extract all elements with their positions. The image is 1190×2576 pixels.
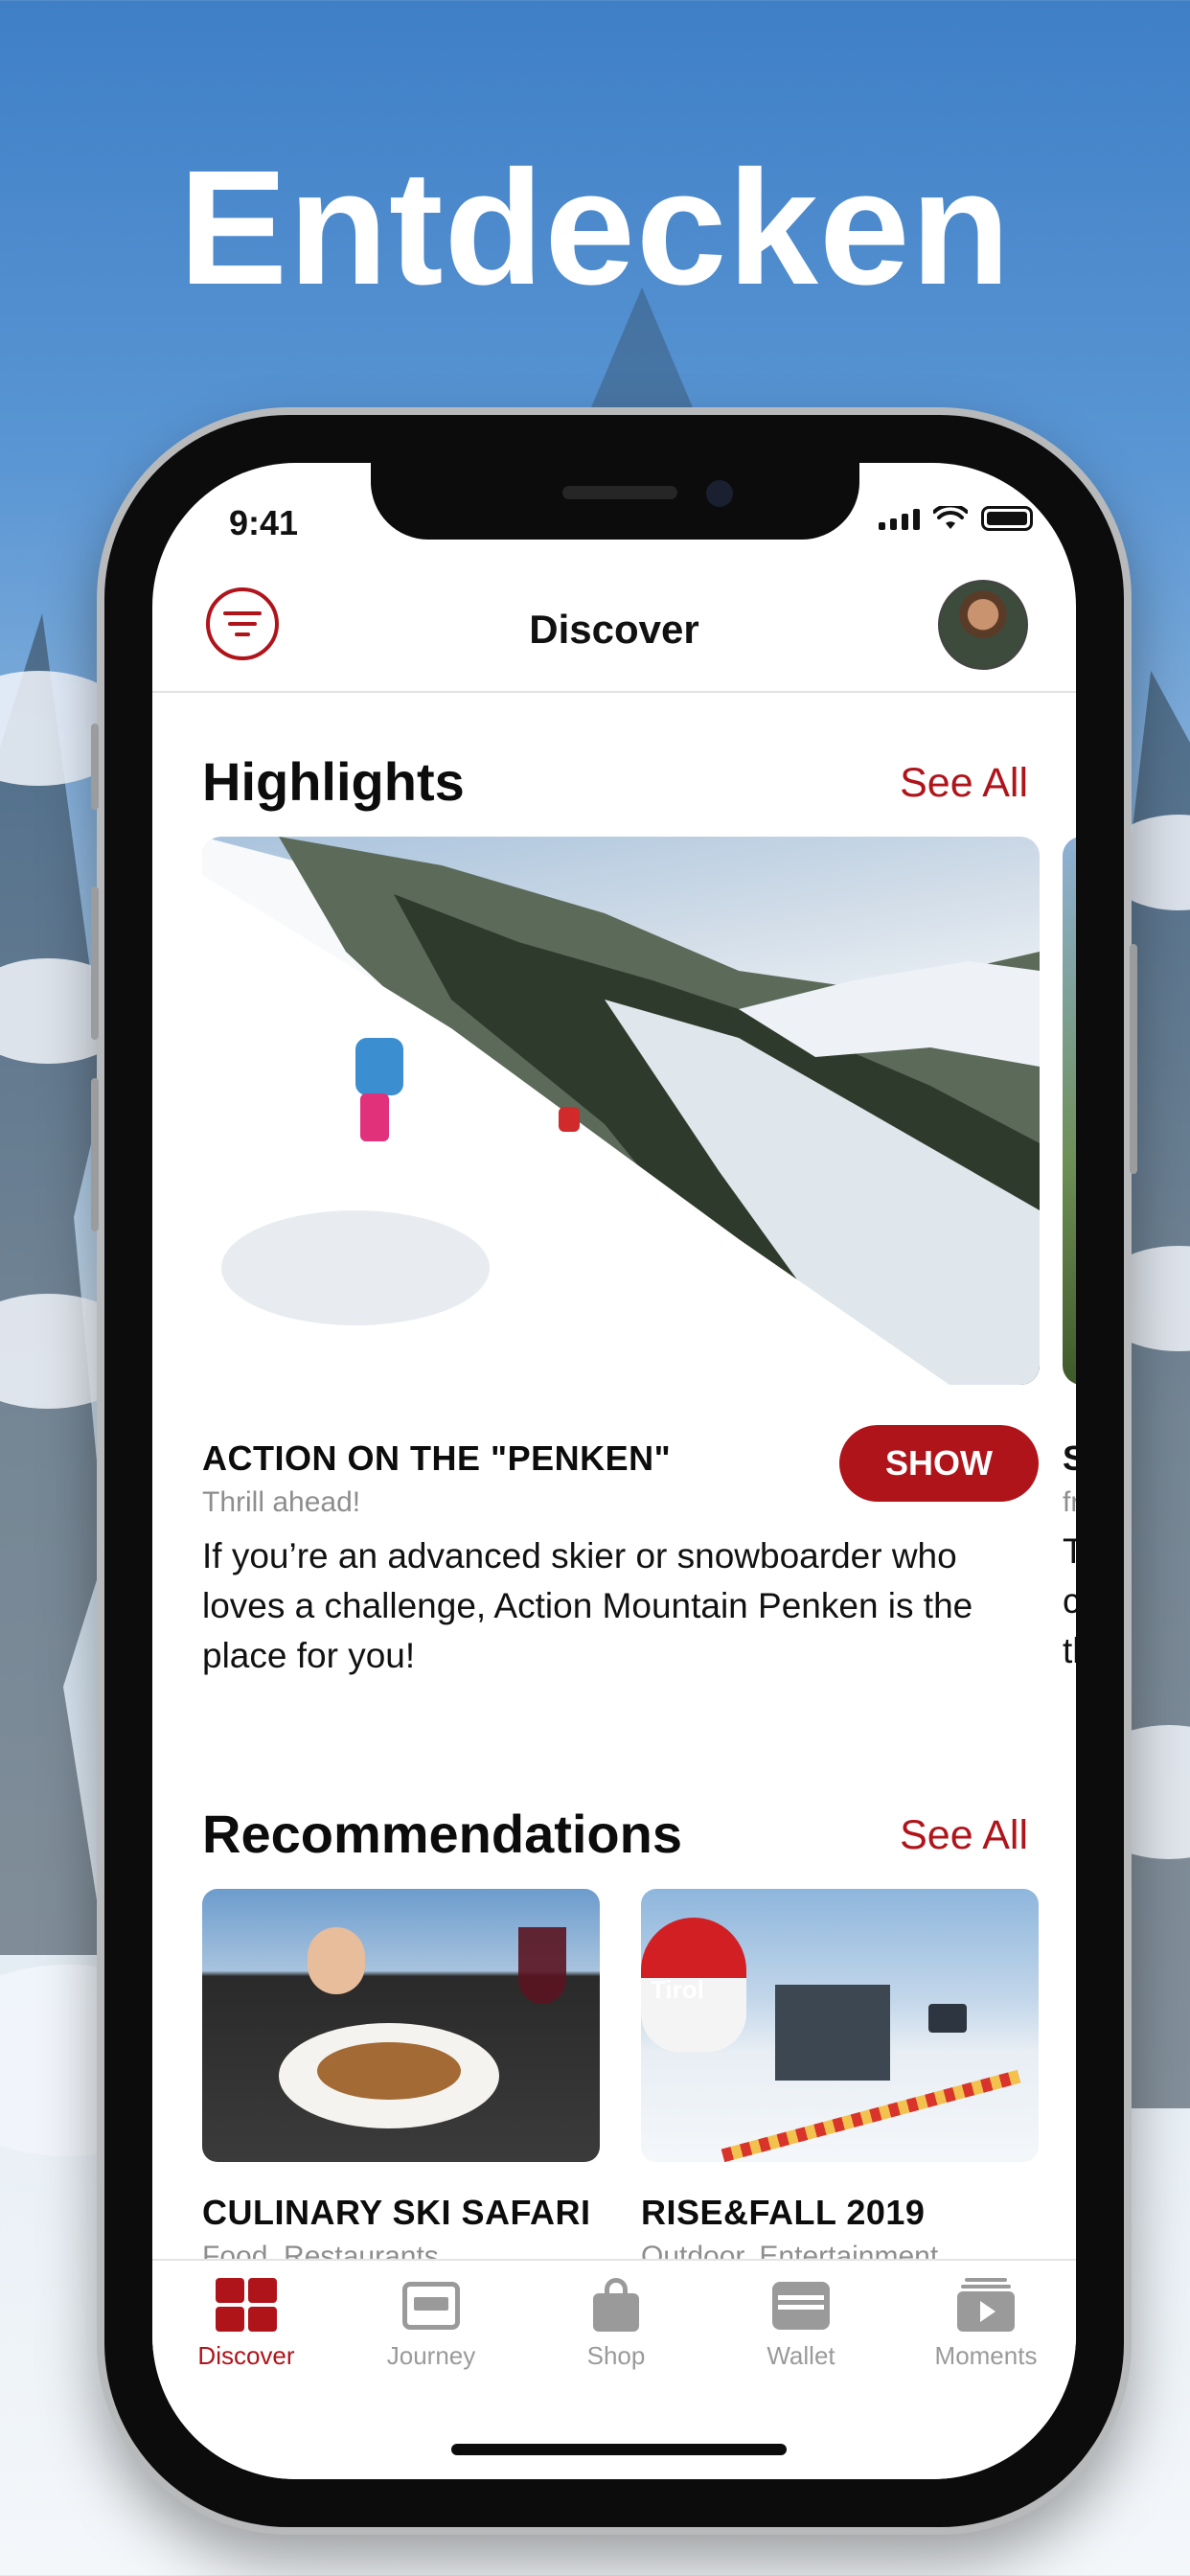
phone-frame: 9:41 Discover Highlights See All ACTION … xyxy=(91,407,1137,2535)
power-button xyxy=(1130,944,1137,1174)
food-illustration xyxy=(317,2042,461,2100)
hand-illustration xyxy=(308,1927,365,1994)
bag-icon xyxy=(585,2278,647,2332)
play-stack-icon xyxy=(955,2278,1017,2332)
page-headline: Entdecken xyxy=(178,137,1012,319)
tab-moments[interactable]: Moments xyxy=(894,2278,1076,2371)
tab-wallet[interactable]: Wallet xyxy=(709,2278,893,2371)
tab-discover[interactable]: Discover xyxy=(154,2278,338,2371)
tab-label: Journey xyxy=(386,2341,476,2370)
status-icons xyxy=(879,506,1033,531)
cellular-signal-icon xyxy=(879,507,920,530)
wine-glass-illustration xyxy=(518,1927,566,2004)
app-screen: 9:41 Discover Highlights See All ACTION … xyxy=(152,463,1076,2479)
highlight-card-description: If you’re an advanced skier or snowboard… xyxy=(202,1536,973,1675)
tab-label: Discover xyxy=(197,2341,295,2370)
rec-item-title: RISE&FALL 2019 xyxy=(641,2193,926,2232)
recommendations-see-all-link[interactable]: See All xyxy=(900,1812,1028,1859)
tab-label: Wallet xyxy=(767,2341,835,2370)
culinary-ski-safari-image[interactable] xyxy=(202,1889,600,2162)
balloon-label: Tirol xyxy=(651,1975,704,2004)
grid-icon xyxy=(216,2278,277,2332)
home-indicator[interactable] xyxy=(451,2444,787,2455)
tab-label: Moments xyxy=(934,2341,1038,2370)
front-camera xyxy=(706,480,733,507)
peek-card-desc-1: T xyxy=(1063,1531,1076,1571)
hot-air-balloon: Tirol xyxy=(641,1918,746,2052)
user-avatar[interactable] xyxy=(938,580,1028,670)
highlights-see-all-link[interactable]: See All xyxy=(900,760,1028,807)
highlight-card-subtitle: Thrill ahead! xyxy=(202,1486,361,1518)
highlights-title: Highlights xyxy=(202,751,465,812)
speaker xyxy=(562,486,677,499)
show-button[interactable]: SHOW xyxy=(839,1425,1039,1502)
rise-and-fall-image[interactable]: Tirol xyxy=(641,1889,1039,2162)
phone-bezel: 9:41 Discover Highlights See All ACTION … xyxy=(104,415,1124,2527)
recommendations-title: Recommendations xyxy=(202,1804,682,1864)
ski-slope-illustration xyxy=(202,837,1040,1385)
highlight-card-image[interactable] xyxy=(202,837,1040,1385)
tab-label: Shop xyxy=(586,2341,646,2370)
peek-card-desc-2: c xyxy=(1063,1581,1076,1621)
volume-down-button xyxy=(91,1078,99,1231)
card-icon xyxy=(400,2278,462,2332)
notch xyxy=(371,463,859,540)
wallet-icon xyxy=(770,2278,832,2332)
tab-bar: Discover Journey Shop Wallet Moments xyxy=(152,2259,1076,2479)
status-time: 9:41 xyxy=(229,503,299,542)
peek-card-desc-3: th xyxy=(1063,1631,1076,1670)
skier-figure xyxy=(355,1038,403,1095)
navigation-bar: Discover xyxy=(152,559,1076,693)
peek-card-subtitle: fr xyxy=(1063,1486,1076,1518)
rec-item-title: CULINARY SKI SAFARI xyxy=(202,2193,591,2232)
crowd-barrier xyxy=(721,2069,1021,2162)
wifi-icon xyxy=(933,506,968,529)
gondola-station xyxy=(775,1985,890,2081)
peek-card-title: S xyxy=(1063,1438,1076,1478)
second-skier xyxy=(559,1107,580,1132)
highlight-card-title: ACTION ON THE "PENKEN" xyxy=(202,1438,672,1478)
volume-button xyxy=(91,724,99,810)
tab-shop[interactable]: Shop xyxy=(524,2278,708,2371)
gondola-cabin xyxy=(928,2004,967,2033)
next-highlight-card-peek[interactable] xyxy=(1063,837,1076,1385)
tab-journey[interactable]: Journey xyxy=(339,2278,523,2371)
battery-icon xyxy=(981,506,1033,531)
volume-up-button xyxy=(91,886,99,1040)
skier-legs xyxy=(360,1093,389,1141)
